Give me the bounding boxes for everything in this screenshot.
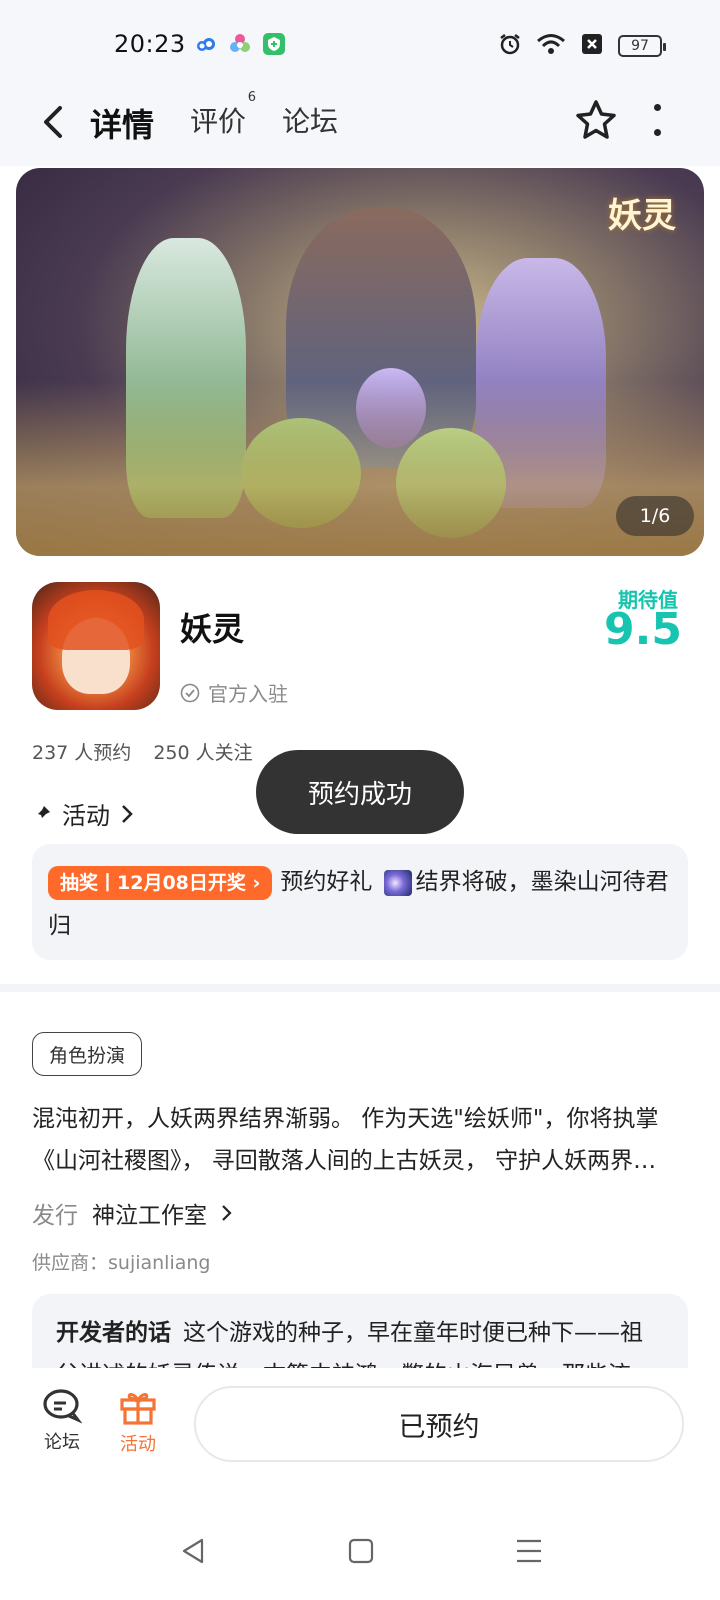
reserved-button[interactable]: 已预约: [194, 1386, 684, 1462]
activity-card[interactable]: 抽奖丨12月08日开奖 › 预约好礼 结界将破，墨染山河待君归: [32, 844, 688, 960]
more-dot-icon: [653, 129, 661, 136]
top-nav: 详情 评价 6 论坛: [0, 90, 720, 166]
game-description[interactable]: 混沌初开，人妖两界结界渐弱。 作为天选"绘妖师"，你将执掌《山河社稷图》， 寻回…: [32, 1098, 688, 1182]
bottom-action-bar: 论坛 活动 已预约: [0, 1368, 720, 1488]
carousel-page-indicator: 1/6: [616, 496, 694, 536]
game-stats: 237 人预约 250 人关注: [32, 738, 253, 765]
gift-icon: [120, 1393, 156, 1425]
star-icon: [576, 100, 616, 139]
lottery-badge[interactable]: 抽奖丨12月08日开奖 ›: [48, 865, 273, 900]
expectation-score: 9.5: [604, 604, 682, 655]
tab-forum[interactable]: 论坛: [282, 100, 338, 140]
tab-forum-label: 论坛: [282, 105, 339, 138]
bottom-forum-label: 论坛: [44, 1432, 80, 1453]
tab-detail-label: 详情: [90, 106, 155, 144]
galaxy-emoji-icon: [383, 869, 412, 896]
developer-note[interactable]: 开发者的话这个游戏的种子，早在童年时便已种下——祖父讲述的妖灵传说，古籍中神鸿一…: [32, 1294, 688, 1368]
system-navigation-bar: [0, 1500, 720, 1600]
battery-indicator: 97: [618, 35, 666, 57]
publisher-key: 发行: [32, 1203, 78, 1229]
banner-game-logo: 妖灵: [608, 196, 676, 236]
activity-label: 活动: [62, 802, 110, 830]
tab-review-label: 评价: [190, 105, 247, 138]
game-app-icon: [32, 582, 160, 710]
review-count-badge: 6: [247, 90, 257, 105]
publisher-name: 神泣工作室: [92, 1203, 207, 1229]
chevron-left-icon: [44, 106, 62, 138]
sim-off-icon: [580, 32, 604, 60]
more-dot-icon: [653, 104, 661, 111]
favorite-button[interactable]: [574, 98, 618, 142]
chevron-right-icon: [122, 804, 133, 823]
wifi-icon: [536, 32, 566, 60]
official-badge: 官方入驻: [180, 678, 288, 707]
supplier-info: 供应商：sujianliang: [32, 1252, 211, 1274]
square-home-icon: [348, 1538, 374, 1564]
activity-header[interactable]: 活动: [32, 796, 134, 831]
official-label: 官方入驻: [208, 682, 288, 706]
check-circle-icon: [180, 683, 200, 702]
chat-bubble-icon: [43, 1389, 82, 1424]
developer-note-title: 开发者的话: [56, 1320, 171, 1346]
section-divider: [0, 984, 720, 992]
triangle-back-icon: [182, 1538, 204, 1564]
game-title: 妖灵: [180, 610, 245, 648]
tab-detail[interactable]: 详情: [86, 100, 159, 148]
toast-message: 预约成功: [256, 750, 464, 834]
status-time: 20:23: [114, 30, 186, 58]
alarm-icon: [498, 32, 522, 60]
shield-app-icon: [262, 32, 286, 56]
status-bar: 20:23 97: [0, 0, 720, 92]
lottery-badge-label: 抽奖丨12月08日开奖: [60, 871, 246, 894]
bottom-activity-button[interactable]: 活动: [108, 1388, 168, 1456]
genre-tag[interactable]: 角色扮演: [32, 1032, 143, 1076]
flower-app-icon: [228, 32, 252, 56]
status-app-icons: [194, 32, 286, 56]
bottom-forum-button[interactable]: 论坛: [32, 1388, 92, 1454]
menu-lines-icon: [517, 1539, 541, 1563]
publisher-row[interactable]: 发行 神泣工作室: [32, 1196, 233, 1230]
back-button[interactable]: [38, 102, 70, 142]
follower-count: 250 人关注: [153, 742, 253, 764]
chevron-right-icon: [222, 1205, 232, 1221]
status-right: 97: [498, 32, 666, 60]
system-home-button[interactable]: [346, 1536, 376, 1566]
cloud-app-icon: [194, 32, 218, 56]
tab-review[interactable]: 评价 6: [190, 90, 256, 140]
reservation-count: 237 人预约: [32, 742, 132, 764]
system-back-button[interactable]: [178, 1536, 208, 1566]
pin-icon: [34, 805, 50, 822]
bottom-activity-label: 活动: [120, 1434, 156, 1455]
activity-text-before-icon: 预约好礼: [280, 869, 373, 895]
screenshot-carousel[interactable]: 妖灵 1/6: [16, 168, 704, 556]
more-options-button[interactable]: [650, 104, 664, 136]
banner-glow: [16, 381, 704, 556]
system-recents-button[interactable]: [514, 1536, 544, 1566]
